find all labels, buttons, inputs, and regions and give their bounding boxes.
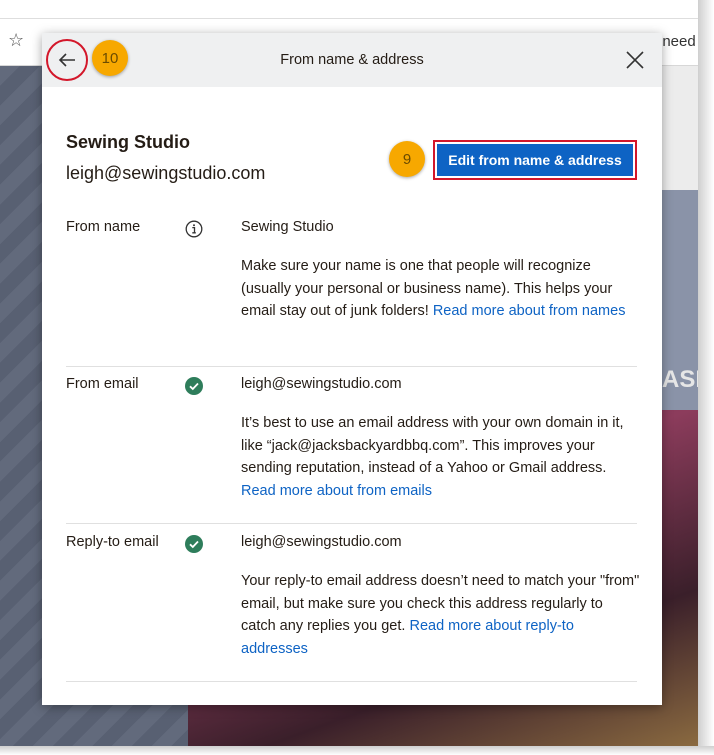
row-label: Reply-to email <box>66 534 159 550</box>
row-label: From email <box>66 376 139 392</box>
read-more-link[interactable]: Read more about from emails <box>241 483 432 499</box>
check-circle-icon <box>185 377 203 395</box>
screenshot-shadow-bottom <box>0 746 714 755</box>
back-button[interactable] <box>46 39 88 81</box>
row-description: Your reply-to email address doesn’t need… <box>241 570 641 660</box>
row-value: leigh@sewingstudio.com <box>241 534 402 550</box>
description-text: It’s best to use an email address with y… <box>241 415 624 476</box>
modal-header: From name & address 10 <box>42 33 662 87</box>
reply-to-email-row: Reply-to email leigh@sewingstudio.com Yo… <box>66 534 639 682</box>
info-icon[interactable] <box>185 220 203 238</box>
star-icon[interactable]: ☆ <box>8 30 24 51</box>
row-divider <box>66 523 637 524</box>
step-callout-9: 9 <box>389 141 425 177</box>
row-divider <box>66 681 637 682</box>
account-name: Sewing Studio <box>66 132 190 152</box>
background-heading: ASI <box>662 366 698 393</box>
close-icon[interactable] <box>623 48 647 72</box>
arrow-left-icon <box>58 53 75 67</box>
account-email: leigh@sewingstudio.com <box>66 163 266 183</box>
modal-title: From name & address <box>280 52 424 68</box>
edit-button-label: Edit from name & address <box>437 144 633 176</box>
read-more-link[interactable]: Read more about from names <box>433 303 626 319</box>
row-description: It’s best to use an email address with y… <box>241 412 641 502</box>
from-name-address-modal: From name & address 10 Sewing Studio lei… <box>42 33 662 705</box>
row-divider <box>66 366 637 367</box>
row-label: From name <box>66 219 141 235</box>
row-value: leigh@sewingstudio.com <box>241 376 402 392</box>
toolbar-divider <box>0 18 698 19</box>
from-name-row: From name Sewing Studio Make sure your n… <box>66 219 637 367</box>
row-description: Make sure your name is one that people w… <box>241 255 641 323</box>
step-callout-10: 10 <box>92 40 128 76</box>
screenshot-shadow-right <box>698 0 714 755</box>
edit-from-name-address-button[interactable]: Edit from name & address <box>433 140 637 180</box>
row-value: Sewing Studio <box>241 219 334 235</box>
check-circle-icon <box>185 535 203 553</box>
from-email-row: From email leigh@sewingstudio.com It’s b… <box>66 376 637 524</box>
